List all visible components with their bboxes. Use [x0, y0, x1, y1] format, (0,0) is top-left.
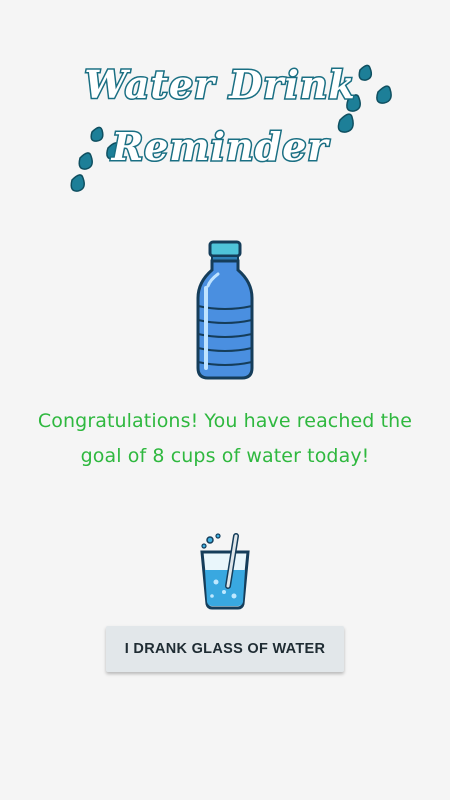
- app-title-logo: Water Drink Reminder: [0, 40, 450, 200]
- app-screen: Water Drink Reminder Congratulations! Yo…: [0, 0, 450, 800]
- drank-glass-button[interactable]: I DRANK GLASS OF WATER: [106, 626, 344, 672]
- water-glass-icon: [196, 530, 254, 610]
- title-line-1: Water Drink: [84, 62, 355, 107]
- title-line-2: Reminder: [111, 124, 331, 169]
- goal-reached-message: Congratulations! You have reached the go…: [37, 410, 413, 467]
- water-bottle-icon: [190, 240, 260, 382]
